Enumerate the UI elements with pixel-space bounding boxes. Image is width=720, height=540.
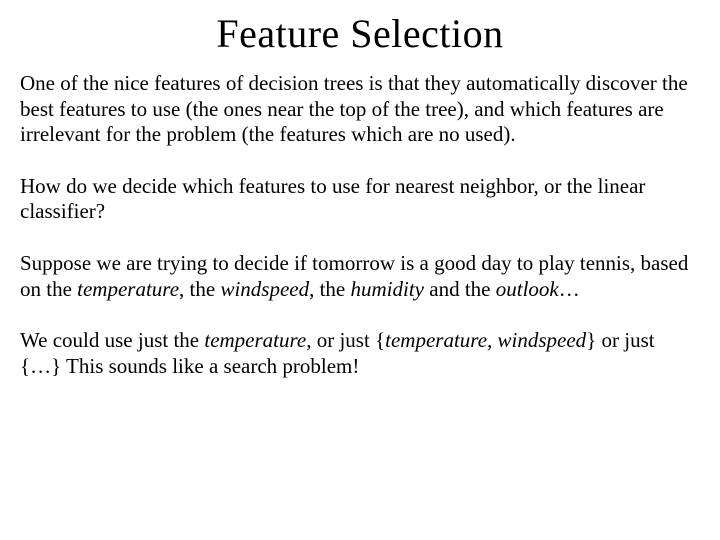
slide: Feature Selection One of the nice featur… xyxy=(0,0,720,540)
text: … xyxy=(559,277,580,301)
slide-title: Feature Selection xyxy=(20,10,700,57)
feature-windspeed: windspeed xyxy=(220,277,309,301)
feature-temperature: temperature, xyxy=(204,328,311,352)
paragraph-4: We could use just the temperature, or ju… xyxy=(20,328,700,379)
paragraph-1: One of the nice features of decision tre… xyxy=(20,71,700,148)
text: How do we decide which features to use f… xyxy=(20,174,645,224)
feature-outlook: outlook xyxy=(496,277,559,301)
text: One of the nice features of decision tre… xyxy=(20,71,688,146)
text: , the xyxy=(179,277,220,301)
paragraph-3: Suppose we are trying to decide if tomor… xyxy=(20,251,700,302)
paragraph-2: How do we decide which features to use f… xyxy=(20,174,700,225)
feature-set: temperature, windspeed xyxy=(385,328,586,352)
text: , the xyxy=(309,277,350,301)
slide-body: One of the nice features of decision tre… xyxy=(20,71,700,379)
text: We could use just the xyxy=(20,328,204,352)
text: and the xyxy=(424,277,496,301)
text: or just { xyxy=(311,328,385,352)
feature-temperature: temperature xyxy=(77,277,179,301)
feature-humidity: humidity xyxy=(351,277,425,301)
